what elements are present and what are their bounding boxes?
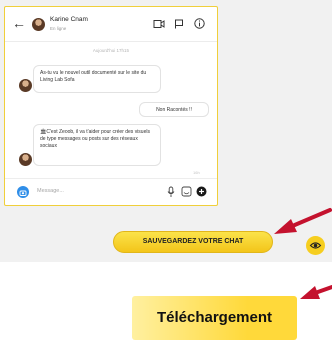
contact-status: En ligne <box>50 26 67 31</box>
chat-header: ← Karine Cnam En ligne <box>5 7 217 42</box>
date-separator: Aujourd'hui 17h15 <box>92 48 130 53</box>
arrow-icon <box>300 285 332 299</box>
message-text: C'est Zeoob, il va t'aider pour créer de… <box>40 129 150 149</box>
avatar <box>19 79 32 92</box>
preview-button[interactable] <box>306 236 325 255</box>
message-input[interactable]: Message... <box>37 188 64 194</box>
info-icon[interactable] <box>194 18 205 29</box>
message-input-bar: Message... <box>5 178 217 206</box>
mic-icon[interactable] <box>167 186 175 198</box>
avatar <box>19 153 32 166</box>
message-bubble-received: 🏛C'est Zeoob, il va t'aider pour créer d… <box>33 124 161 166</box>
eye-icon <box>309 242 322 249</box>
sticker-icon[interactable] <box>181 186 192 197</box>
message-bubble-received: As-tu vu le nouvel outil documenté sur l… <box>33 65 161 93</box>
camera-icon[interactable] <box>17 186 29 198</box>
save-chat-button[interactable]: SAUVEGARDEZ VOTRE CHAT <box>113 231 273 253</box>
flag-icon[interactable] <box>174 19 184 29</box>
video-icon[interactable] <box>153 19 165 29</box>
download-button[interactable]: Téléchargement <box>132 296 297 340</box>
contact-name: Karine Cnam <box>50 16 88 23</box>
message-time: 16h <box>193 170 200 175</box>
add-icon[interactable] <box>196 186 207 197</box>
avatar <box>32 18 45 31</box>
back-arrow-icon[interactable]: ← <box>12 16 26 30</box>
editor-panel: ← Karine Cnam En ligne Aujourd'hui 17h15… <box>0 0 332 262</box>
chat-preview: ← Karine Cnam En ligne Aujourd'hui 17h15… <box>4 6 218 206</box>
message-bubble-sent: Non Racontés !! <box>139 102 209 117</box>
